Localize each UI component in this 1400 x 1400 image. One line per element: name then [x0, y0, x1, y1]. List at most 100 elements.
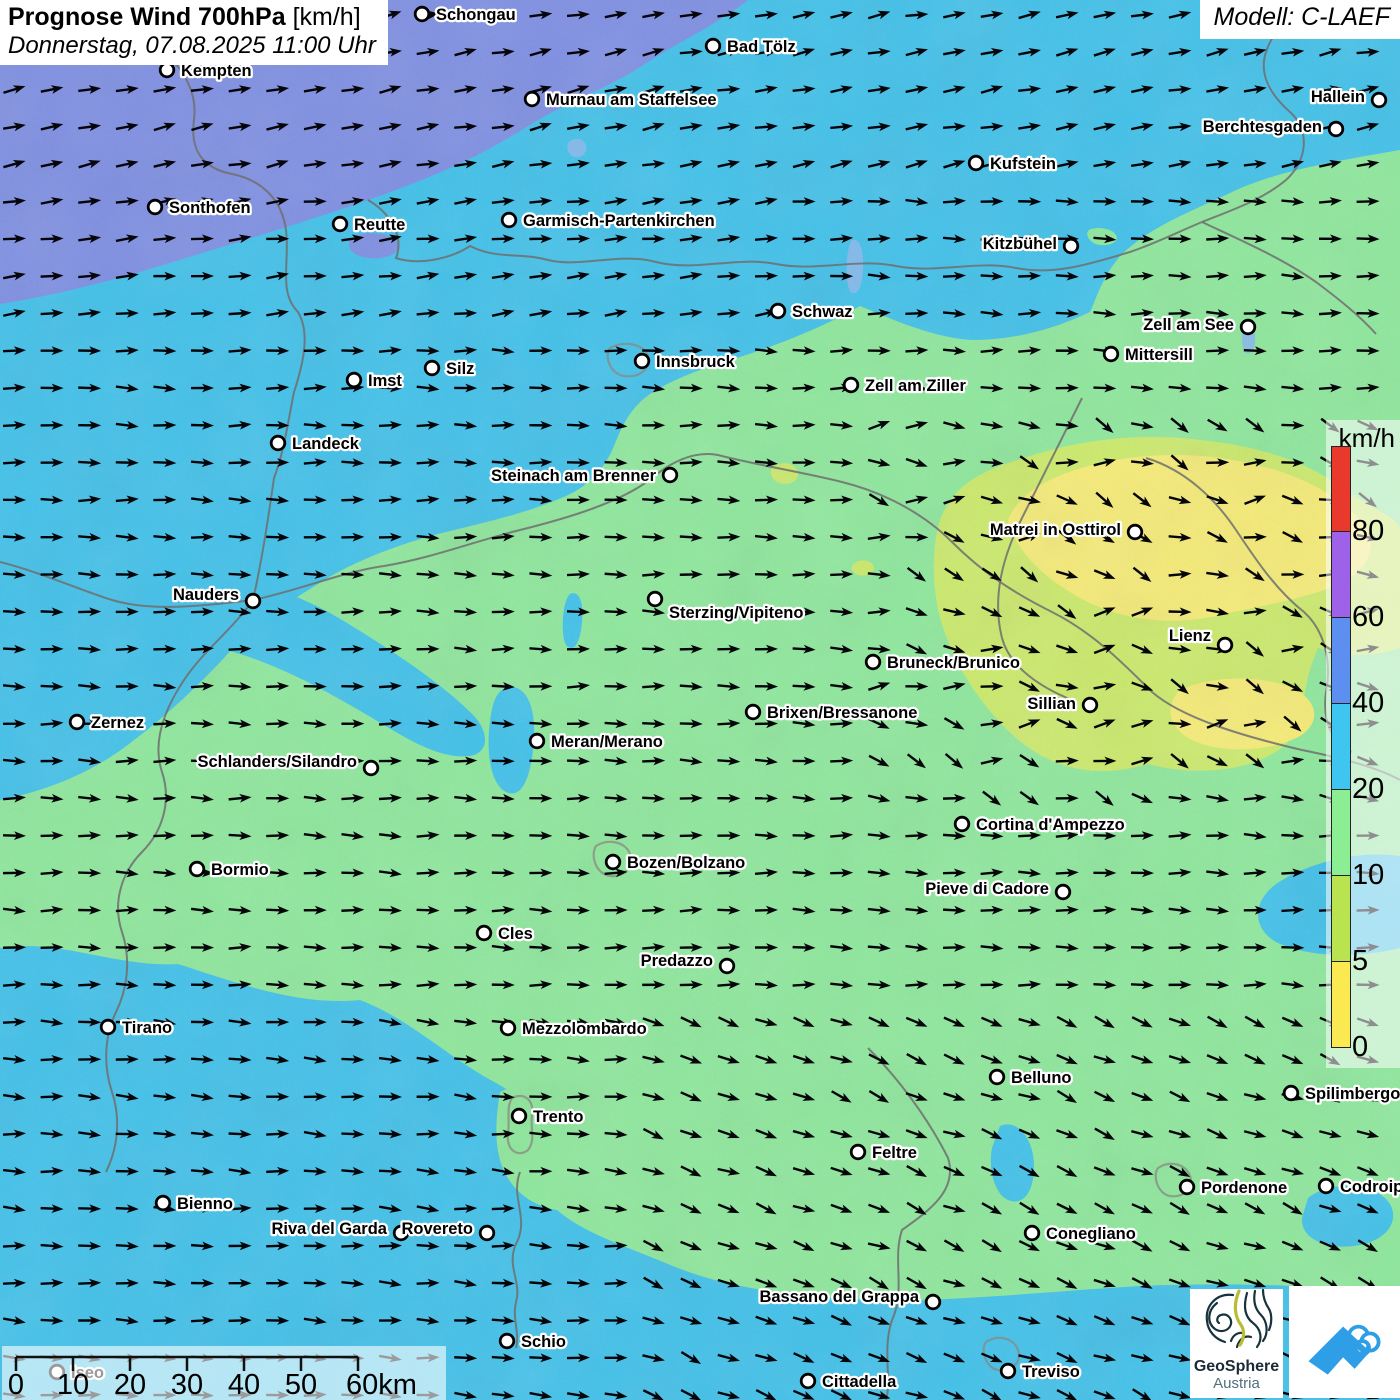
legend-tick-label: 60 [1352, 603, 1384, 632]
city-marker-dot [648, 592, 662, 606]
city-label: Innsbruck [656, 353, 736, 371]
page-title: Prognose Wind 700hPa [km/h] [8, 3, 376, 32]
city: Cles [477, 925, 533, 943]
city-marker-dot [851, 1145, 865, 1159]
city-marker-dot [635, 354, 649, 368]
city-marker-dot [1218, 638, 1232, 652]
title-unit: [km/h] [286, 3, 361, 31]
city-marker-dot [364, 761, 378, 775]
city-label: Berchtesgaden [1203, 118, 1322, 136]
city-marker-dot [746, 705, 760, 719]
city-marker-dot [525, 92, 539, 106]
city-label: Belluno [1011, 1069, 1072, 1087]
city-marker-dot [246, 594, 260, 608]
city-marker-dot [156, 1196, 170, 1210]
city: Murnau am Staffelsee [525, 91, 716, 109]
city-marker-dot [771, 304, 785, 318]
city-marker-dot [425, 361, 439, 375]
city-label: Imst [368, 372, 402, 390]
city-label: Bienno [177, 1195, 233, 1213]
weather-map-page: SchongauBad TölzKemptenMurnau am Staffel… [0, 0, 1400, 1400]
city: Imst [347, 372, 402, 390]
city: Bassano del Grappa [759, 1288, 939, 1309]
city-label: Cittadella [822, 1373, 897, 1391]
city-marker-dot [1319, 1179, 1333, 1193]
city-label: Sillian [1027, 695, 1076, 713]
city-label: Murnau am Staffelsee [546, 91, 717, 109]
city-label: Pieve di Cadore [925, 880, 1049, 898]
city-marker-dot [926, 1295, 940, 1309]
city-label: Feltre [872, 1144, 917, 1162]
scale-ruler: 0102030405060km [2, 1346, 446, 1400]
legend: km/h 806040201050 [1326, 420, 1400, 1068]
geosphere-country: Austria [1190, 1376, 1283, 1393]
city-marker-dot [1372, 93, 1386, 107]
city-marker-dot [480, 1226, 494, 1240]
city-label: Zell am Ziller [865, 377, 966, 395]
city: Matrei in Osttirol [990, 521, 1142, 539]
city-marker-dot [333, 217, 347, 231]
legend-segment [1331, 876, 1351, 962]
city-label: Schio [521, 1333, 566, 1351]
city-label: Rovereto [401, 1220, 473, 1238]
city-label: Riva del Garda [271, 1220, 387, 1238]
city-marker-dot [512, 1109, 526, 1123]
city: Berchtesgaden [1203, 118, 1343, 136]
legend-tick-label: 0 [1352, 1033, 1368, 1062]
city: Schio [500, 1333, 566, 1351]
city-label: Conegliano [1046, 1225, 1136, 1243]
city-label: Bruneck/Brunico [887, 654, 1020, 672]
city-label: Meran/Merano [551, 733, 663, 751]
city-marker-dot [844, 378, 858, 392]
city-label: Codroipo [1340, 1178, 1400, 1196]
city-marker-dot [530, 734, 544, 748]
city-label: Cles [498, 925, 533, 943]
scale-tick-label: 50 [285, 1369, 317, 1400]
city-marker-dot [1064, 239, 1078, 253]
wind-map-canvas: SchongauBad TölzKemptenMurnau am Staffel… [0, 0, 1400, 1400]
city-label: Hallein [1311, 88, 1365, 106]
city-label: Tirano [122, 1019, 172, 1037]
city-marker-dot [1025, 1226, 1039, 1240]
city-marker-dot [1128, 525, 1142, 539]
partner-logo-box [1289, 1286, 1400, 1398]
city-marker-dot [271, 436, 285, 450]
city-marker-dot [1180, 1180, 1194, 1194]
legend-tick-label: 80 [1352, 517, 1384, 546]
city: Meran/Merano [530, 733, 663, 751]
city-label: Bad Tölz [727, 38, 796, 56]
city-marker-dot [101, 1020, 115, 1034]
city-marker-dot [1241, 320, 1255, 334]
city-label: Nauders [173, 586, 239, 604]
legend-segment [1331, 532, 1351, 618]
city-label: Spilimbergo [1305, 1085, 1400, 1103]
city-label: Garmisch-Partenkirchen [523, 212, 715, 230]
city-label: Kufstein [990, 155, 1056, 173]
title-box: Prognose Wind 700hPa [km/h] Donnerstag, … [0, 0, 388, 65]
forecast-datetime: Donnerstag, 07.08.2025 11:00 Uhr [8, 32, 376, 60]
city-label: Pordenone [1201, 1179, 1287, 1197]
city-label: Zernez [91, 714, 144, 732]
geosphere-swirl-icon [1201, 1289, 1273, 1351]
city-marker-dot [477, 926, 491, 940]
legend-tick-label: 40 [1352, 689, 1384, 718]
city-label: Sonthofen [169, 199, 251, 217]
geosphere-wordmark: GeoSphere [1190, 1357, 1283, 1376]
city-label: Mittersill [1125, 346, 1193, 364]
city-label: Schongau [436, 6, 516, 24]
city-label: Predazzo [641, 952, 713, 970]
city-label: Schlanders/Silandro [197, 753, 357, 771]
city-marker-dot [706, 39, 720, 53]
scale-tick-label: 10 [57, 1369, 89, 1400]
city-label: Kitzbühel [983, 235, 1057, 253]
city-marker-dot [415, 7, 429, 21]
city-label: Treviso [1022, 1363, 1080, 1381]
scale-tick-label: 60km [346, 1369, 417, 1400]
city-label: Schwaz [792, 303, 853, 321]
map-scale-bar: 0102030405060km [2, 1346, 446, 1400]
city: Sillian [1027, 695, 1096, 713]
legend-tick-label: 20 [1352, 775, 1384, 804]
mountain-cloud-icon [1297, 1294, 1393, 1390]
city-marker-dot [501, 1021, 515, 1035]
city: Cortina d'Ampezzo [955, 816, 1125, 834]
